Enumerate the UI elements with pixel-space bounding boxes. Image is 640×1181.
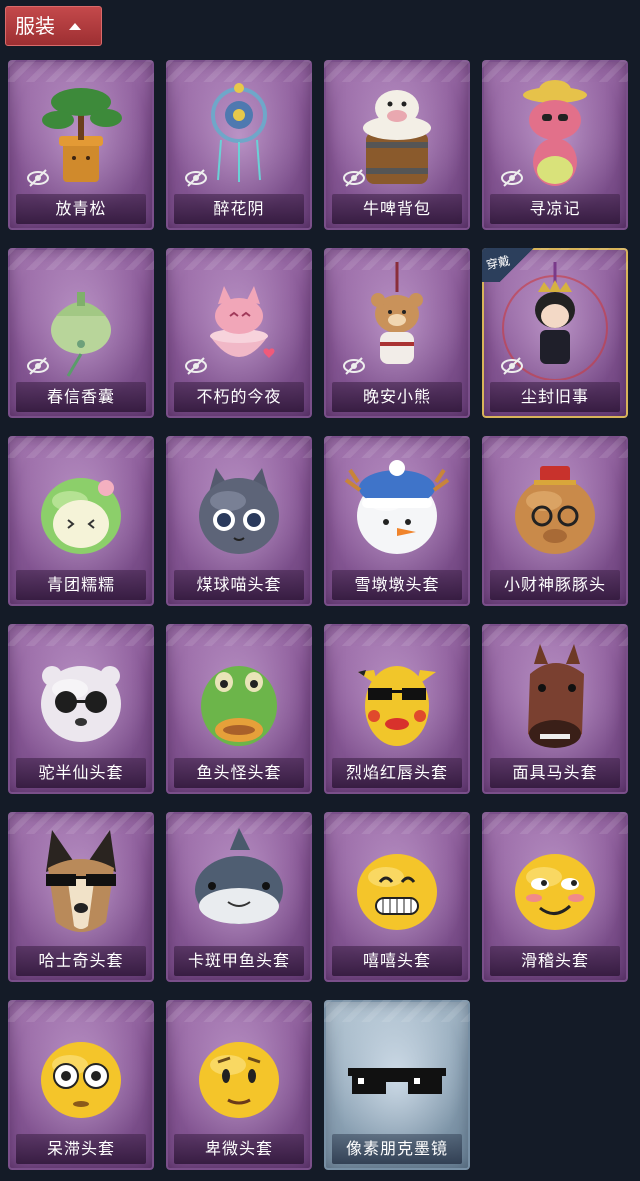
item-name: 卑微头套 — [204, 1139, 273, 1158]
item-name: 烈焰红唇头套 — [345, 763, 448, 782]
item-card[interactable]: 像素朋克墨镜 — [324, 1000, 470, 1170]
item-card[interactable]: 雪墩墩头套 — [324, 436, 470, 606]
item-card[interactable]: 穿戴尘封旧事 — [482, 248, 628, 418]
item-name: 尘封旧事 — [520, 387, 589, 406]
stunned-emoji-head-icon — [8, 1010, 154, 1132]
item-name: 晚安小熊 — [362, 387, 431, 406]
green-rice-ball-head-icon — [8, 446, 154, 568]
eye-slash-icon[interactable] — [342, 168, 366, 188]
item-name: 卡斑甲鱼头套 — [187, 951, 290, 970]
gray-cat-head-icon — [166, 446, 312, 568]
item-name: 牛啤背包 — [362, 199, 431, 218]
eye-slash-icon[interactable] — [500, 356, 524, 376]
item-card[interactable]: 放青松 — [8, 60, 154, 230]
horse-head-icon — [482, 634, 628, 756]
item-name: 嘻嘻头套 — [362, 951, 431, 970]
item-name: 小财神豚豚头 — [503, 575, 606, 594]
item-name: 呆滞头套 — [46, 1139, 115, 1158]
item-card[interactable]: 醉花阴 — [166, 60, 312, 230]
item-name: 驼半仙头套 — [38, 763, 124, 782]
worn-badge-label: 穿戴 — [484, 253, 512, 273]
eye-slash-icon[interactable] — [342, 356, 366, 376]
grin-emoji-head-icon — [324, 822, 470, 944]
item-card[interactable]: 面具马头套 — [482, 624, 628, 794]
item-name: 哈士奇头套 — [38, 951, 124, 970]
item-card[interactable]: 驼半仙头套 — [8, 624, 154, 794]
item-card[interactable]: 滑稽头套 — [482, 812, 628, 982]
item-grid: 放青松 醉花阴 牛啤背包 寻凉记 春信香囊 不朽的今夜 晚安小熊 穿戴 尘封旧事 … — [0, 0, 640, 1181]
item-name: 雪墩墩头套 — [354, 575, 440, 594]
item-name: 滑稽头套 — [520, 951, 589, 970]
item-name: 醉花阴 — [213, 199, 265, 218]
item-card[interactable]: 寻凉记 — [482, 60, 628, 230]
item-card[interactable]: 青团糯糯 — [8, 436, 154, 606]
capybara-head-icon — [482, 446, 628, 568]
item-name: 放青松 — [55, 199, 107, 218]
item-card[interactable]: 卑微头套 — [166, 1000, 312, 1170]
funny-emoji-head-icon — [482, 822, 628, 944]
item-name: 青团糯糯 — [46, 575, 115, 594]
item-card[interactable]: 春信香囊 — [8, 248, 154, 418]
item-name: 不朽的今夜 — [196, 387, 282, 406]
item-card[interactable]: 煤球喵头套 — [166, 436, 312, 606]
eye-slash-icon[interactable] — [26, 168, 50, 188]
timid-emoji-head-icon — [166, 1010, 312, 1132]
item-name: 鱼头怪头套 — [196, 763, 282, 782]
item-card[interactable]: 嘻嘻头套 — [324, 812, 470, 982]
item-card[interactable]: 卡斑甲鱼头套 — [166, 812, 312, 982]
item-name: 寻凉记 — [529, 199, 581, 218]
whale-shark-head-icon — [166, 822, 312, 944]
worn-badge: 穿戴 — [482, 248, 542, 282]
eye-slash-icon[interactable] — [184, 356, 208, 376]
eye-slash-icon[interactable] — [184, 168, 208, 188]
item-card[interactable]: 呆滞头套 — [8, 1000, 154, 1170]
husky-head-icon — [8, 822, 154, 944]
yellow-pika-head-icon — [324, 634, 470, 756]
item-name: 面具马头套 — [512, 763, 598, 782]
fish-head-icon — [166, 634, 312, 756]
item-card[interactable]: 不朽的今夜 — [166, 248, 312, 418]
pixel-sunglasses-icon — [324, 1010, 470, 1132]
item-card[interactable]: 晚安小熊 — [324, 248, 470, 418]
item-card[interactable]: 烈焰红唇头套 — [324, 624, 470, 794]
item-card[interactable]: 牛啤背包 — [324, 60, 470, 230]
item-card[interactable]: 哈士奇头套 — [8, 812, 154, 982]
snowman-head-icon — [324, 446, 470, 568]
eye-slash-icon[interactable] — [26, 356, 50, 376]
item-card[interactable]: 小财神豚豚头 — [482, 436, 628, 606]
item-name: 煤球喵头套 — [196, 575, 282, 594]
item-name: 像素朋克墨镜 — [345, 1139, 448, 1158]
eye-slash-icon[interactable] — [500, 168, 524, 188]
item-name: 春信香囊 — [46, 387, 115, 406]
white-bear-sunglasses-icon — [8, 634, 154, 756]
item-card[interactable]: 鱼头怪头套 — [166, 624, 312, 794]
